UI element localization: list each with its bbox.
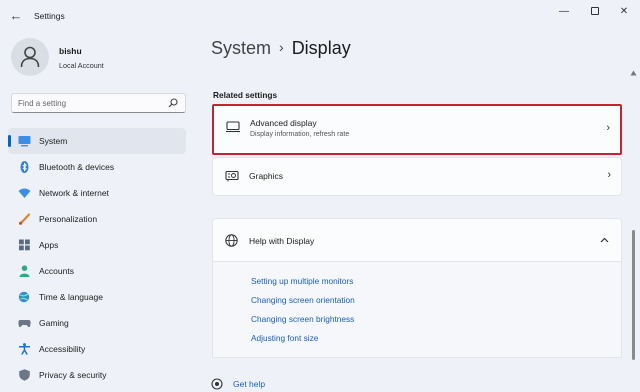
search-input[interactable] <box>18 97 163 109</box>
minimize-button[interactable]: — <box>553 5 575 19</box>
accessibility-icon <box>19 343 30 355</box>
sidebar-item-label: Gaming <box>39 318 69 328</box>
maximize-icon <box>591 7 599 16</box>
sidebar-item-label: Accessibility <box>39 344 86 354</box>
bluetooth-icon <box>20 161 29 173</box>
search-box[interactable] <box>11 93 186 113</box>
advanced-display-subtitle: Display information, refresh rate <box>250 131 350 138</box>
chevron-right-icon: › <box>606 122 610 134</box>
sidebar-item-time-language[interactable]: Time & language <box>8 284 186 310</box>
graphics-title: Graphics <box>249 171 284 181</box>
sidebar-item-label: Network & internet <box>39 188 109 198</box>
close-button[interactable]: ✕ <box>613 5 635 19</box>
person-icon <box>20 46 40 68</box>
sidebar-item-accounts[interactable]: Accounts <box>8 258 186 284</box>
sidebar-item-network[interactable]: Network & internet <box>8 180 186 206</box>
help-links-panel: Setting up multiple monitors Changing sc… <box>212 262 622 358</box>
help-display-header[interactable]: Help with Display <box>212 218 622 262</box>
back-arrow-icon[interactable]: ← <box>8 8 24 24</box>
get-help-link[interactable]: Get help <box>233 379 265 389</box>
sidebar-item-label: Privacy & security <box>39 370 107 380</box>
graphics-card[interactable]: Graphics › <box>212 157 622 196</box>
chevron-up-icon[interactable] <box>600 237 609 243</box>
sidebar-item-gaming[interactable]: Gaming <box>8 310 186 336</box>
help-title: Help with Display <box>249 236 315 246</box>
sidebar-item-personalization[interactable]: Personalization <box>8 206 186 232</box>
help-link[interactable]: Adjusting font size <box>251 333 318 343</box>
graphics-card-icon <box>225 170 239 182</box>
chevron-right-icon: › <box>607 169 611 181</box>
sidebar-item-label: System <box>39 136 68 146</box>
scrollbar-thumb[interactable] <box>632 230 635 360</box>
account-type: Local Account <box>59 61 104 70</box>
breadcrumb-separator: › <box>279 39 284 55</box>
scroll-up-arrow-icon[interactable] <box>630 70 637 76</box>
breadcrumb-parent[interactable]: System <box>211 38 271 58</box>
system-icon <box>18 136 31 147</box>
advanced-display-card[interactable]: Advanced display Display information, re… <box>212 104 622 155</box>
sidebar-nav: System Bluetooth & devices Network & int… <box>8 128 186 388</box>
sidebar-item-apps[interactable]: Apps <box>8 232 186 258</box>
user-name: bishu <box>59 46 82 56</box>
maximize-button[interactable] <box>584 5 606 19</box>
help-icon <box>211 378 223 390</box>
sidebar-item-label: Personalization <box>39 214 98 224</box>
help-link[interactable]: Changing screen brightness <box>251 314 354 324</box>
globe-clock-icon <box>18 291 30 303</box>
globe-icon <box>225 234 238 247</box>
sidebar-item-bluetooth[interactable]: Bluetooth & devices <box>8 154 186 180</box>
help-link[interactable]: Changing screen orientation <box>251 295 355 305</box>
sidebar-item-label: Bluetooth & devices <box>39 162 115 172</box>
title-bar: ← Settings — ✕ <box>0 0 640 30</box>
sidebar-item-label: Time & language <box>39 292 103 302</box>
section-title: Related settings <box>213 90 278 100</box>
sidebar-item-label: Accounts <box>39 266 74 276</box>
sidebar-item-label: Apps <box>39 240 59 250</box>
search-icon[interactable] <box>168 98 178 108</box>
avatar[interactable] <box>11 38 49 76</box>
sidebar-item-system[interactable]: System <box>8 128 186 154</box>
page-title: Display <box>291 38 351 58</box>
wifi-icon <box>18 188 31 198</box>
brush-icon <box>19 213 31 225</box>
sidebar-item-privacy-security[interactable]: Privacy & security <box>8 362 186 388</box>
advanced-display-title: Advanced display <box>250 118 317 128</box>
gamepad-icon <box>18 320 31 328</box>
monitor-icon <box>226 121 240 133</box>
sidebar-item-accessibility[interactable]: Accessibility <box>8 336 186 362</box>
help-link[interactable]: Setting up multiple monitors <box>251 276 353 286</box>
shield-icon <box>19 369 30 381</box>
apps-icon <box>19 239 30 251</box>
breadcrumb: System › Display <box>211 38 351 59</box>
app-title: Settings <box>34 11 65 21</box>
person-icon <box>19 265 30 277</box>
